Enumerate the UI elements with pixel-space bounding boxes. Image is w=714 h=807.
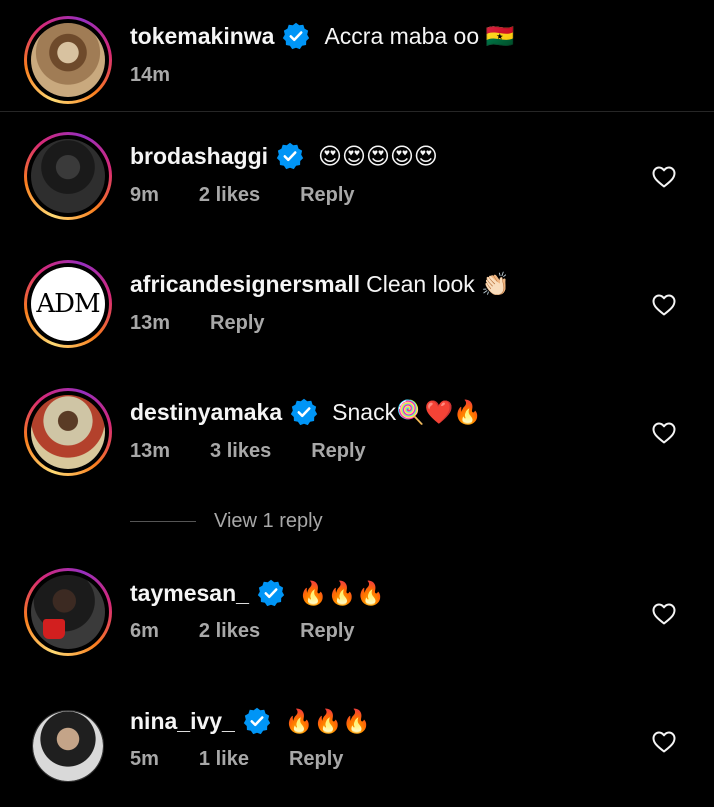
comment-username[interactable]: destinyamaka bbox=[130, 399, 282, 426]
caption-time: 14m bbox=[130, 64, 171, 86]
verified-badge-icon bbox=[243, 707, 271, 735]
verified-badge-icon bbox=[282, 22, 310, 50]
comment-likes[interactable]: 2 likes bbox=[199, 620, 260, 643]
comment-time: 5m bbox=[130, 748, 159, 770]
comment-item: destinyamaka Snack🍭❤️🔥 13m 3 likes Reply bbox=[0, 368, 714, 488]
heart-outline-icon[interactable] bbox=[652, 294, 676, 316]
reply-button[interactable]: Reply bbox=[311, 440, 365, 463]
view-replies-label: View 1 reply bbox=[214, 510, 323, 532]
caption-username[interactable]: tokemakinwa bbox=[130, 23, 274, 50]
heart-outline-icon[interactable] bbox=[652, 166, 676, 188]
view-replies-button[interactable]: View 1 reply bbox=[130, 510, 323, 533]
post-caption: tokemakinwa Accra maba oo 🇬🇭 14m bbox=[0, 0, 714, 112]
heart-outline-icon[interactable] bbox=[652, 603, 676, 625]
divider-line bbox=[130, 521, 196, 522]
comment-item: brodashaggi 😍😍😍😍😍 9m 2 likes Reply bbox=[0, 112, 714, 232]
heart-outline-icon[interactable] bbox=[652, 731, 676, 753]
reply-button[interactable]: Reply bbox=[300, 184, 354, 207]
caption-text: Accra maba oo 🇬🇭 bbox=[324, 22, 515, 49]
comment-time: 9m bbox=[130, 184, 159, 206]
comment-item: ADM africandesignersmall Clean look 👏🏻 1… bbox=[0, 240, 714, 360]
reply-button[interactable]: Reply bbox=[210, 312, 264, 335]
caption-avatar[interactable] bbox=[24, 16, 112, 104]
comment-text: Snack🍭❤️🔥 bbox=[332, 398, 482, 425]
comment-item: nina_ivy_ 🔥🔥🔥 5m 1 like Reply bbox=[0, 684, 714, 804]
comment-item: taymesan_ 🔥🔥🔥 6m 2 likes Reply bbox=[0, 556, 714, 676]
avatar-logo-text: ADM bbox=[36, 289, 100, 319]
verified-badge-icon bbox=[276, 142, 304, 170]
comment-time: 6m bbox=[130, 620, 159, 642]
reply-button[interactable]: Reply bbox=[300, 620, 354, 643]
comment-avatar[interactable]: ADM bbox=[24, 260, 112, 348]
comment-text: 🔥🔥🔥 bbox=[284, 707, 371, 734]
comment-text: Clean look 👏🏻 bbox=[366, 270, 510, 297]
comment-text: 😍😍😍😍😍 bbox=[318, 142, 438, 169]
comment-username[interactable]: africandesignersmall bbox=[130, 271, 360, 298]
comment-avatar[interactable] bbox=[32, 710, 104, 782]
comment-avatar[interactable] bbox=[24, 132, 112, 220]
comment-username[interactable]: brodashaggi bbox=[130, 143, 268, 170]
comment-avatar[interactable] bbox=[24, 568, 112, 656]
comment-avatar[interactable] bbox=[24, 388, 112, 476]
comment-time: 13m bbox=[130, 312, 171, 334]
comment-likes[interactable]: 3 likes bbox=[210, 440, 271, 463]
comment-username[interactable]: taymesan_ bbox=[130, 580, 249, 607]
heart-outline-icon[interactable] bbox=[652, 422, 676, 444]
comment-time: 13m bbox=[130, 440, 171, 462]
comment-likes[interactable]: 2 likes bbox=[199, 184, 260, 207]
comment-text: 🔥🔥🔥 bbox=[298, 579, 385, 606]
verified-badge-icon bbox=[257, 579, 285, 607]
reply-button[interactable]: Reply bbox=[289, 748, 343, 771]
comment-likes[interactable]: 1 like bbox=[199, 748, 249, 771]
verified-badge-icon bbox=[290, 398, 318, 426]
comment-username[interactable]: nina_ivy_ bbox=[130, 708, 235, 735]
